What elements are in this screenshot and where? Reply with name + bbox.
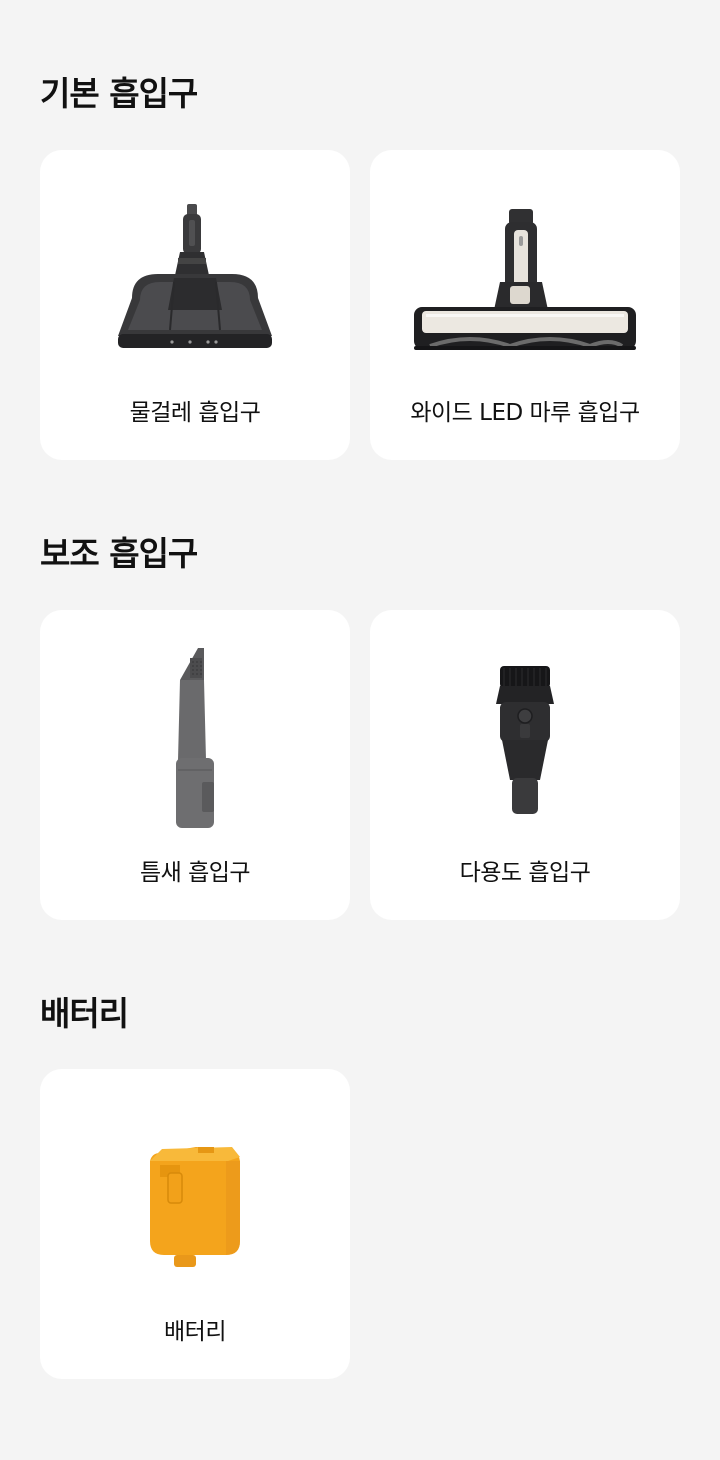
wide-led-floor-nozzle-icon	[414, 209, 636, 350]
accessory-card-crevice-nozzle[interactable]: 틈새 흡입구	[40, 610, 350, 920]
section-title-battery: 배터리	[40, 994, 129, 1033]
mop-nozzle-icon	[118, 204, 272, 348]
accessory-card-wide-led-floor-nozzle[interactable]: 와이드 LED 마루 흡입구	[370, 150, 680, 460]
accessory-page: 기본 흡입구 물걸레 흡입구 와이드 LED 마루 흡입구 보조 흡입구 틈새 …	[0, 0, 720, 1460]
accessory-label: 물걸레 흡입구	[129, 400, 261, 426]
accessory-card-multipurpose-nozzle[interactable]: 다용도 흡입구	[370, 610, 680, 920]
accessory-label: 와이드 LED 마루 흡입구	[410, 400, 640, 426]
section-title-sub-nozzles: 보조 흡입구	[40, 534, 198, 573]
multipurpose-nozzle-icon	[496, 666, 554, 814]
section-title-basic-nozzles: 기본 흡입구	[40, 74, 198, 113]
accessory-label: 배터리	[164, 1319, 226, 1345]
accessory-card-battery[interactable]: 배터리	[40, 1069, 350, 1379]
accessory-card-mop-nozzle[interactable]: 물걸레 흡입구	[40, 150, 350, 460]
battery-icon	[150, 1147, 240, 1267]
crevice-nozzle-icon	[176, 648, 214, 828]
accessory-label: 틈새 흡입구	[139, 860, 251, 886]
accessory-label: 다용도 흡입구	[459, 860, 591, 886]
